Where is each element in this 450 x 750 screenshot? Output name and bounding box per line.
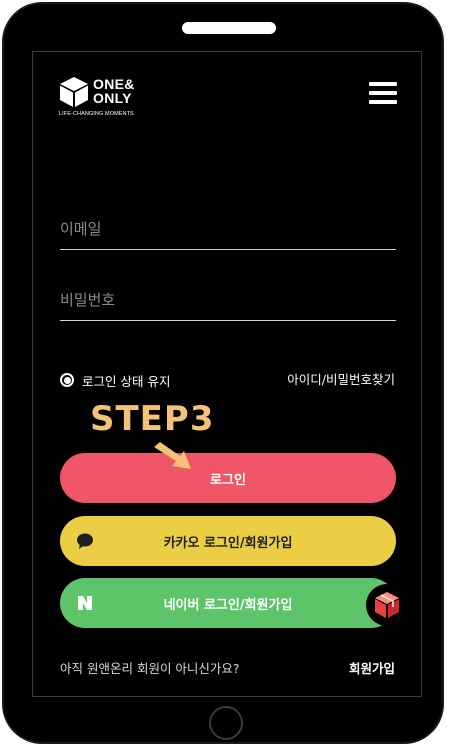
signup-link[interactable]: 회원가입: [349, 658, 395, 677]
signup-prompt: 아직 원앤온리 회원이 아니신가요?: [60, 661, 240, 676]
arrow-pointer-icon: [154, 442, 191, 469]
naver-login-button[interactable]: 네이버 로그인/회원가입: [60, 578, 396, 628]
radio-selected-dot: [63, 376, 71, 384]
brand-name-line1: ONE&: [93, 76, 135, 92]
hamburger-menu-icon[interactable]: [369, 82, 397, 104]
red-cube-icon: [375, 592, 399, 618]
brand-name-line2: ONLY: [93, 90, 132, 106]
phone-home-button[interactable]: [209, 706, 243, 740]
password-field-wrapper: [60, 280, 396, 321]
find-id-password-link[interactable]: 아이디/비밀번호찾기: [287, 370, 395, 390]
brand-tagline: LIFE-CHANGING MOMENTS: [59, 111, 134, 117]
brand-name: ONE& ONLY: [93, 77, 135, 105]
login-button-label: 로그인: [210, 472, 246, 488]
email-field[interactable]: [60, 209, 396, 249]
brand-logo[interactable]: ONE& ONLY LIFE-CHANGING MOMENTS: [59, 76, 169, 117]
app-screen: ONE& ONLY LIFE-CHANGING MOMENTS 로그인 상태 유…: [32, 51, 422, 697]
email-field-wrapper: [60, 209, 396, 250]
speech-bubble-icon: [77, 533, 93, 549]
kakao-login-label: 카카오 로그인/회원가입: [163, 535, 293, 551]
step-annotation: STEP3: [90, 399, 215, 439]
remember-me-radio[interactable]: [60, 373, 74, 387]
password-field[interactable]: [60, 280, 396, 320]
naver-login-label: 네이버 로그인/회원가입: [163, 597, 293, 613]
cube-logo-icon: [60, 77, 88, 107]
remember-me-label: 로그인 상태 유지: [82, 373, 171, 389]
phone-frame: ONE& ONLY LIFE-CHANGING MOMENTS 로그인 상태 유…: [2, 2, 444, 744]
login-button[interactable]: 로그인: [60, 453, 396, 503]
floating-cube-button[interactable]: [366, 584, 408, 626]
kakao-login-button[interactable]: 카카오 로그인/회원가입: [60, 516, 396, 566]
phone-speaker: [182, 22, 276, 34]
naver-n-icon: [78, 596, 92, 610]
remember-me-toggle[interactable]: 로그인 상태 유지: [60, 370, 170, 390]
